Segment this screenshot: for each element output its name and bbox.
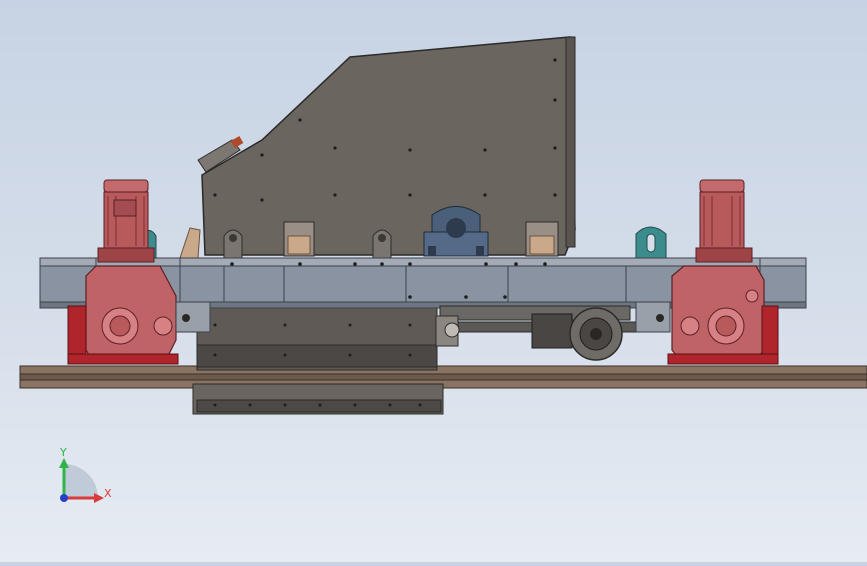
y-axis-label: Y: [59, 446, 67, 459]
wood-wedge: [179, 227, 201, 259]
lower-housing: [192, 299, 444, 415]
drive-assembly: [435, 305, 641, 361]
axis-triad[interactable]: Y X: [59, 446, 112, 503]
cad-viewport[interactable]: Y X: [0, 0, 867, 562]
bearing-block: [423, 206, 489, 257]
x-axis-label: X: [104, 487, 112, 500]
main-housing: [179, 36, 576, 259]
z-axis-origin: [60, 494, 68, 502]
